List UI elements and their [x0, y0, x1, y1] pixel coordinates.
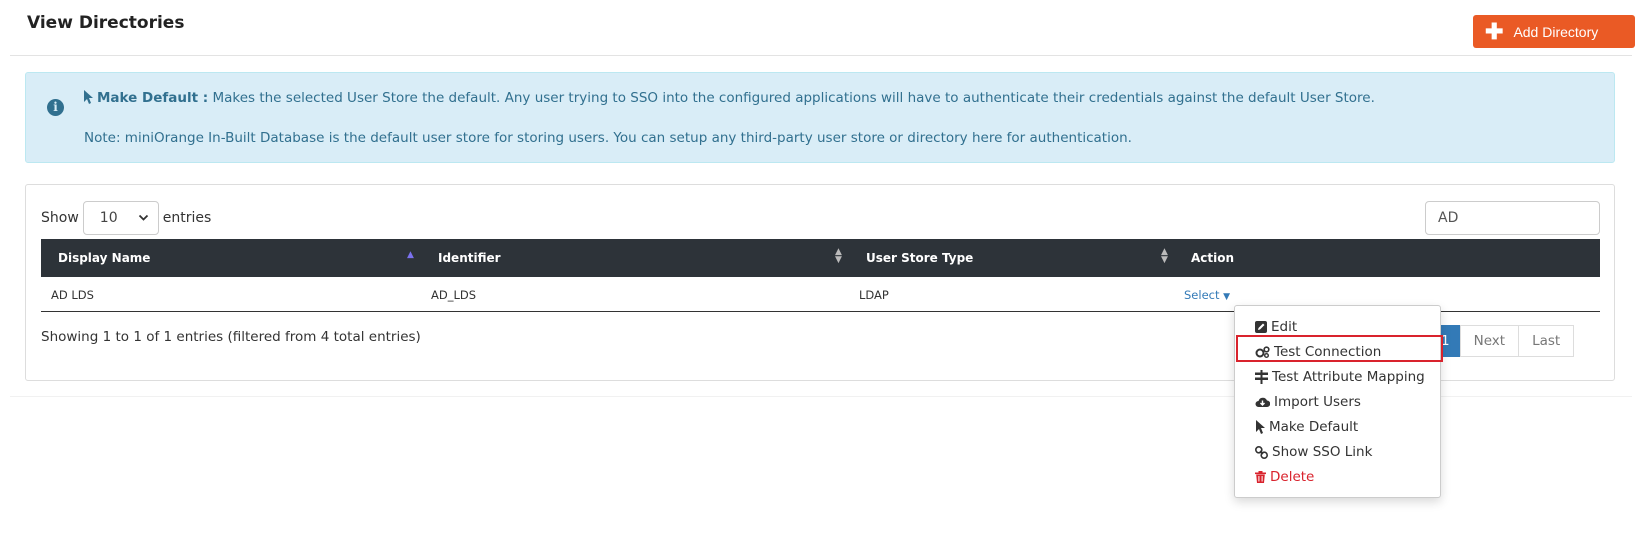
length-control: Show 10 entries: [41, 201, 211, 235]
cell-user-store-type: LDAP: [859, 288, 889, 302]
column-action: Action: [1191, 251, 1235, 265]
table-header: Display Name ▲ Identifier ▲ ▼ User Store …: [41, 239, 1600, 277]
cursor-icon: [84, 90, 93, 104]
column-user-store-type[interactable]: User Store Type: [866, 251, 973, 265]
menu-item-label: Test Connection: [1274, 344, 1382, 360]
signs-icon: [1255, 370, 1268, 384]
menu-item-test-connection[interactable]: Test Connection: [1255, 342, 1381, 362]
info-make-default-line: Make Default : Makes the selected User S…: [83, 90, 1375, 106]
menu-item-label: Delete: [1270, 469, 1315, 485]
make-default-label: Make Default :: [97, 90, 209, 106]
sort-both-icon: ▲ ▼: [1161, 247, 1168, 265]
add-directory-label: Add Directory: [1513, 23, 1599, 40]
page-length-select[interactable]: 10: [82, 201, 159, 235]
action-select-toggle[interactable]: Select ▼: [1184, 288, 1230, 302]
menu-item-label: Test Attribute Mapping: [1272, 369, 1425, 385]
gears-icon: [1255, 346, 1270, 358]
menu-item-label: Make Default: [1269, 419, 1359, 435]
info-alert: i Make Default : Makes the selected User…: [25, 72, 1615, 163]
menu-item-edit[interactable]: Edit: [1255, 317, 1297, 337]
trash-icon: [1255, 471, 1266, 483]
menu-item-label: Edit: [1271, 319, 1298, 335]
search-input[interactable]: [1425, 201, 1600, 235]
cloud-download-icon: [1255, 397, 1270, 407]
plus-icon: ✚: [1485, 18, 1504, 44]
info-note: Note: miniOrange In-Built Database is th…: [84, 130, 1132, 146]
menu-item-delete[interactable]: Delete: [1255, 467, 1314, 487]
pagination-last[interactable]: Last: [1518, 325, 1575, 357]
cell-display-name: AD LDS: [51, 288, 94, 302]
menu-item-test-attribute-mapping[interactable]: Test Attribute Mapping: [1255, 367, 1425, 387]
cell-identifier: AD_LDS: [431, 288, 477, 302]
page-title: View Directories: [27, 13, 185, 33]
add-directory-button[interactable]: ✚ Add Directory: [1473, 15, 1635, 48]
menu-item-label: Show SSO Link: [1272, 444, 1373, 460]
menu-item-import-users[interactable]: Import Users: [1255, 392, 1361, 412]
entries-label: entries: [162, 210, 212, 226]
page-length-value: 10: [99, 210, 118, 226]
menu-item-label: Import Users: [1274, 394, 1361, 410]
column-identifier[interactable]: Identifier: [438, 251, 501, 265]
make-default-text: Makes the selected User Store the defaul…: [208, 90, 1375, 106]
show-label: Show: [41, 210, 79, 226]
table-info: Showing 1 to 1 of 1 entries (filtered fr…: [41, 329, 421, 345]
column-display-name[interactable]: Display Name: [58, 251, 150, 265]
link-icon: [1255, 445, 1268, 459]
caret-down-icon: ▼: [1223, 292, 1231, 302]
cursor-icon: [1256, 420, 1265, 434]
info-icon: i: [47, 99, 64, 116]
menu-item-show-sso-link[interactable]: Show SSO Link: [1255, 442, 1372, 462]
action-dropdown-menu: Edit Test Connection Test Attribute Mapp…: [1234, 305, 1441, 498]
edit-icon: [1255, 321, 1267, 333]
sort-both-icon: ▲ ▼: [835, 247, 842, 265]
action-select-label: Select: [1184, 288, 1220, 302]
page-header: View Directories: [10, 0, 1632, 56]
menu-item-make-default[interactable]: Make Default: [1255, 417, 1358, 437]
sort-asc-icon: ▲: [407, 250, 414, 260]
chevron-down-icon: [138, 212, 149, 226]
pagination-next[interactable]: Next: [1459, 325, 1520, 357]
